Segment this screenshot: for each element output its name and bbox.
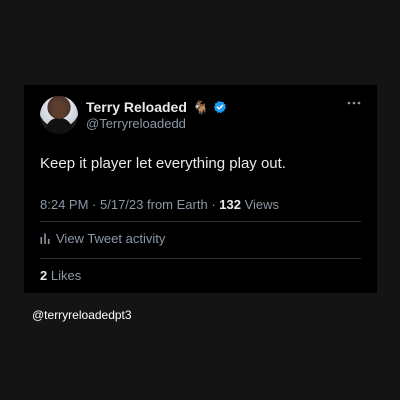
likes-label: Likes — [50, 268, 82, 283]
page: Terry Reloaded 🐐 @Terryreloadedd Keep it… — [0, 0, 400, 400]
tweet-time[interactable]: 8:24 PM — [40, 197, 88, 212]
likes-count: 2 — [40, 268, 48, 283]
author-name-row[interactable]: Terry Reloaded 🐐 — [86, 98, 227, 116]
view-activity-link[interactable]: View Tweet activity — [40, 231, 165, 246]
tweet-meta: 8:24 PM · 5/17/23 from Earth · 132 Views — [40, 197, 279, 212]
tweet-text: Keep it player let everything play out. — [40, 155, 286, 172]
avatar-shirt — [46, 118, 72, 134]
views-count: 132 — [219, 197, 241, 212]
tweet-card[interactable]: Terry Reloaded 🐐 @Terryreloadedd Keep it… — [24, 85, 377, 293]
views-label: Views — [244, 197, 280, 212]
meta-separator: · — [92, 197, 100, 212]
display-name[interactable]: Terry Reloaded — [86, 99, 187, 115]
verified-badge-icon — [213, 100, 227, 114]
view-activity-label: View Tweet activity — [56, 231, 166, 246]
tweet-source: from Earth — [147, 197, 208, 212]
divider — [40, 258, 361, 259]
avatar-face — [52, 103, 66, 119]
divider — [40, 221, 361, 222]
avatar[interactable] — [40, 96, 78, 134]
goat-emoji-icon: 🐐 — [192, 99, 210, 115]
bar-chart-icon — [40, 233, 50, 244]
tweet-date[interactable]: 5/17/23 — [100, 197, 143, 212]
more-options-icon[interactable] — [347, 101, 361, 105]
author-handle[interactable]: @Terryreloadedd — [86, 116, 186, 131]
likes-link[interactable]: 2 Likes — [40, 268, 81, 283]
watermark-handle: @terryreloadedpt3 — [32, 308, 132, 322]
